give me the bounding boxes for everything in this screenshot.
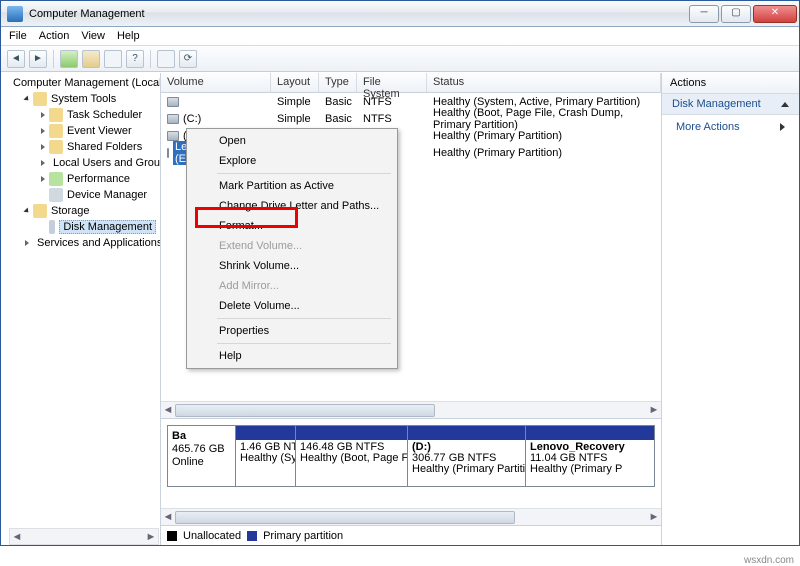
tree-shared-folders[interactable]: Shared Folders [1, 139, 160, 155]
partition[interactable]: (D:)306.77 GB NTFSHealthy (Primary Parti… [408, 426, 526, 486]
chevron-right-icon [780, 123, 785, 131]
volume-row[interactable]: (C:) SimpleBasic NTFSHealthy (Boot, Page… [161, 110, 661, 127]
tree-services[interactable]: Services and Applications [1, 235, 160, 251]
partition[interactable]: 146.48 GB NTFSHealthy (Boot, Page File [296, 426, 408, 486]
col-fs[interactable]: File System [357, 73, 427, 92]
actions-pane: Actions Disk Management More Actions [661, 73, 799, 545]
legend: Unallocated Primary partition [161, 525, 661, 545]
tree-task-scheduler[interactable]: Task Scheduler [1, 107, 160, 123]
menubar: File Action View Help [1, 27, 799, 46]
col-type[interactable]: Type [319, 73, 357, 92]
drive-icon [167, 97, 179, 107]
tree-pane[interactable]: Computer Management (Local System Tools … [1, 73, 161, 545]
toolbar-icon[interactable] [82, 50, 100, 68]
actions-group[interactable]: Disk Management [662, 94, 799, 115]
ctx-properties[interactable]: Properties [189, 321, 395, 341]
volume-list-header[interactable]: Volume Layout Type File System Status [161, 73, 661, 93]
window-title: Computer Management [29, 8, 689, 20]
close-button[interactable]: ✕ [753, 5, 797, 23]
ctx-open[interactable]: Open [189, 131, 395, 151]
toolbar-icon[interactable] [104, 50, 122, 68]
col-layout[interactable]: Layout [271, 73, 319, 92]
window: Computer Management ─ ▢ ✕ File Action Vi… [0, 0, 800, 546]
tree-root[interactable]: Computer Management (Local [1, 75, 160, 91]
ctx-shrink[interactable]: Shrink Volume... [189, 256, 395, 276]
ctx-explore[interactable]: Explore [189, 151, 395, 171]
disk-header[interactable]: Ba 465.76 GB Online [168, 426, 236, 486]
ctx-delete[interactable]: Delete Volume... [189, 296, 395, 316]
tree-event-viewer[interactable]: Event Viewer [1, 123, 160, 139]
col-volume[interactable]: Volume [161, 73, 271, 92]
tree-device-manager[interactable]: Device Manager [1, 187, 160, 203]
ctx-add-mirror: Add Mirror... [189, 276, 395, 296]
actions-header: Actions [662, 73, 799, 94]
menu-view[interactable]: View [81, 30, 105, 42]
menu-file[interactable]: File [9, 30, 27, 42]
context-menu: Open Explore Mark Partition as Active Ch… [186, 128, 398, 369]
watermark: wsxdn.com [744, 555, 794, 566]
horizontal-scrollbar[interactable]: ◄ ► [161, 401, 661, 418]
titlebar[interactable]: Computer Management ─ ▢ ✕ [1, 1, 799, 27]
toolbar-icon[interactable] [60, 50, 78, 68]
toolbar-icon[interactable]: ⟳ [179, 50, 197, 68]
ctx-help[interactable]: Help [189, 346, 395, 366]
drive-icon [167, 114, 179, 124]
tree-systools[interactable]: System Tools [1, 91, 160, 107]
toolbar-icon[interactable]: ? [126, 50, 144, 68]
back-button[interactable]: ◄ [7, 50, 25, 68]
partition[interactable]: 1.46 GB NTFSHealthy (Syst [236, 426, 296, 486]
tree-scrollbar[interactable]: ◄ ► [9, 528, 159, 545]
minimize-button[interactable]: ─ [689, 5, 719, 23]
ctx-change-drive-letter[interactable]: Change Drive Letter and Paths... [189, 196, 395, 216]
ctx-mark-active[interactable]: Mark Partition as Active [189, 176, 395, 196]
col-status[interactable]: Status [427, 73, 661, 92]
tree-disk-management[interactable]: Disk Management [1, 219, 160, 235]
ctx-extend: Extend Volume... [189, 236, 395, 256]
forward-button[interactable]: ► [29, 50, 47, 68]
disk-map: Ba 465.76 GB Online 1.46 GB NTFSHealthy … [161, 418, 661, 508]
disk-row[interactable]: Ba 465.76 GB Online 1.46 GB NTFSHealthy … [167, 425, 655, 487]
tree-local-users[interactable]: Local Users and Groups [1, 155, 160, 171]
tree-storage[interactable]: Storage [1, 203, 160, 219]
drive-icon [167, 131, 179, 141]
diskmap-scrollbar[interactable]: ◄ ► [161, 508, 661, 525]
toolbar-icon[interactable] [157, 50, 175, 68]
collapse-icon [781, 102, 789, 107]
ctx-format[interactable]: Format... [189, 216, 395, 236]
menu-help[interactable]: Help [117, 30, 140, 42]
menu-action[interactable]: Action [39, 30, 70, 42]
drive-icon [167, 148, 169, 158]
partition[interactable]: Lenovo_Recovery11.04 GB NTFSHealthy (Pri… [526, 426, 654, 486]
app-icon [7, 6, 23, 22]
maximize-button[interactable]: ▢ [721, 5, 751, 23]
tree-performance[interactable]: Performance [1, 171, 160, 187]
toolbar: ◄ ► ? ⟳ [1, 46, 799, 72]
actions-more[interactable]: More Actions [662, 115, 799, 139]
